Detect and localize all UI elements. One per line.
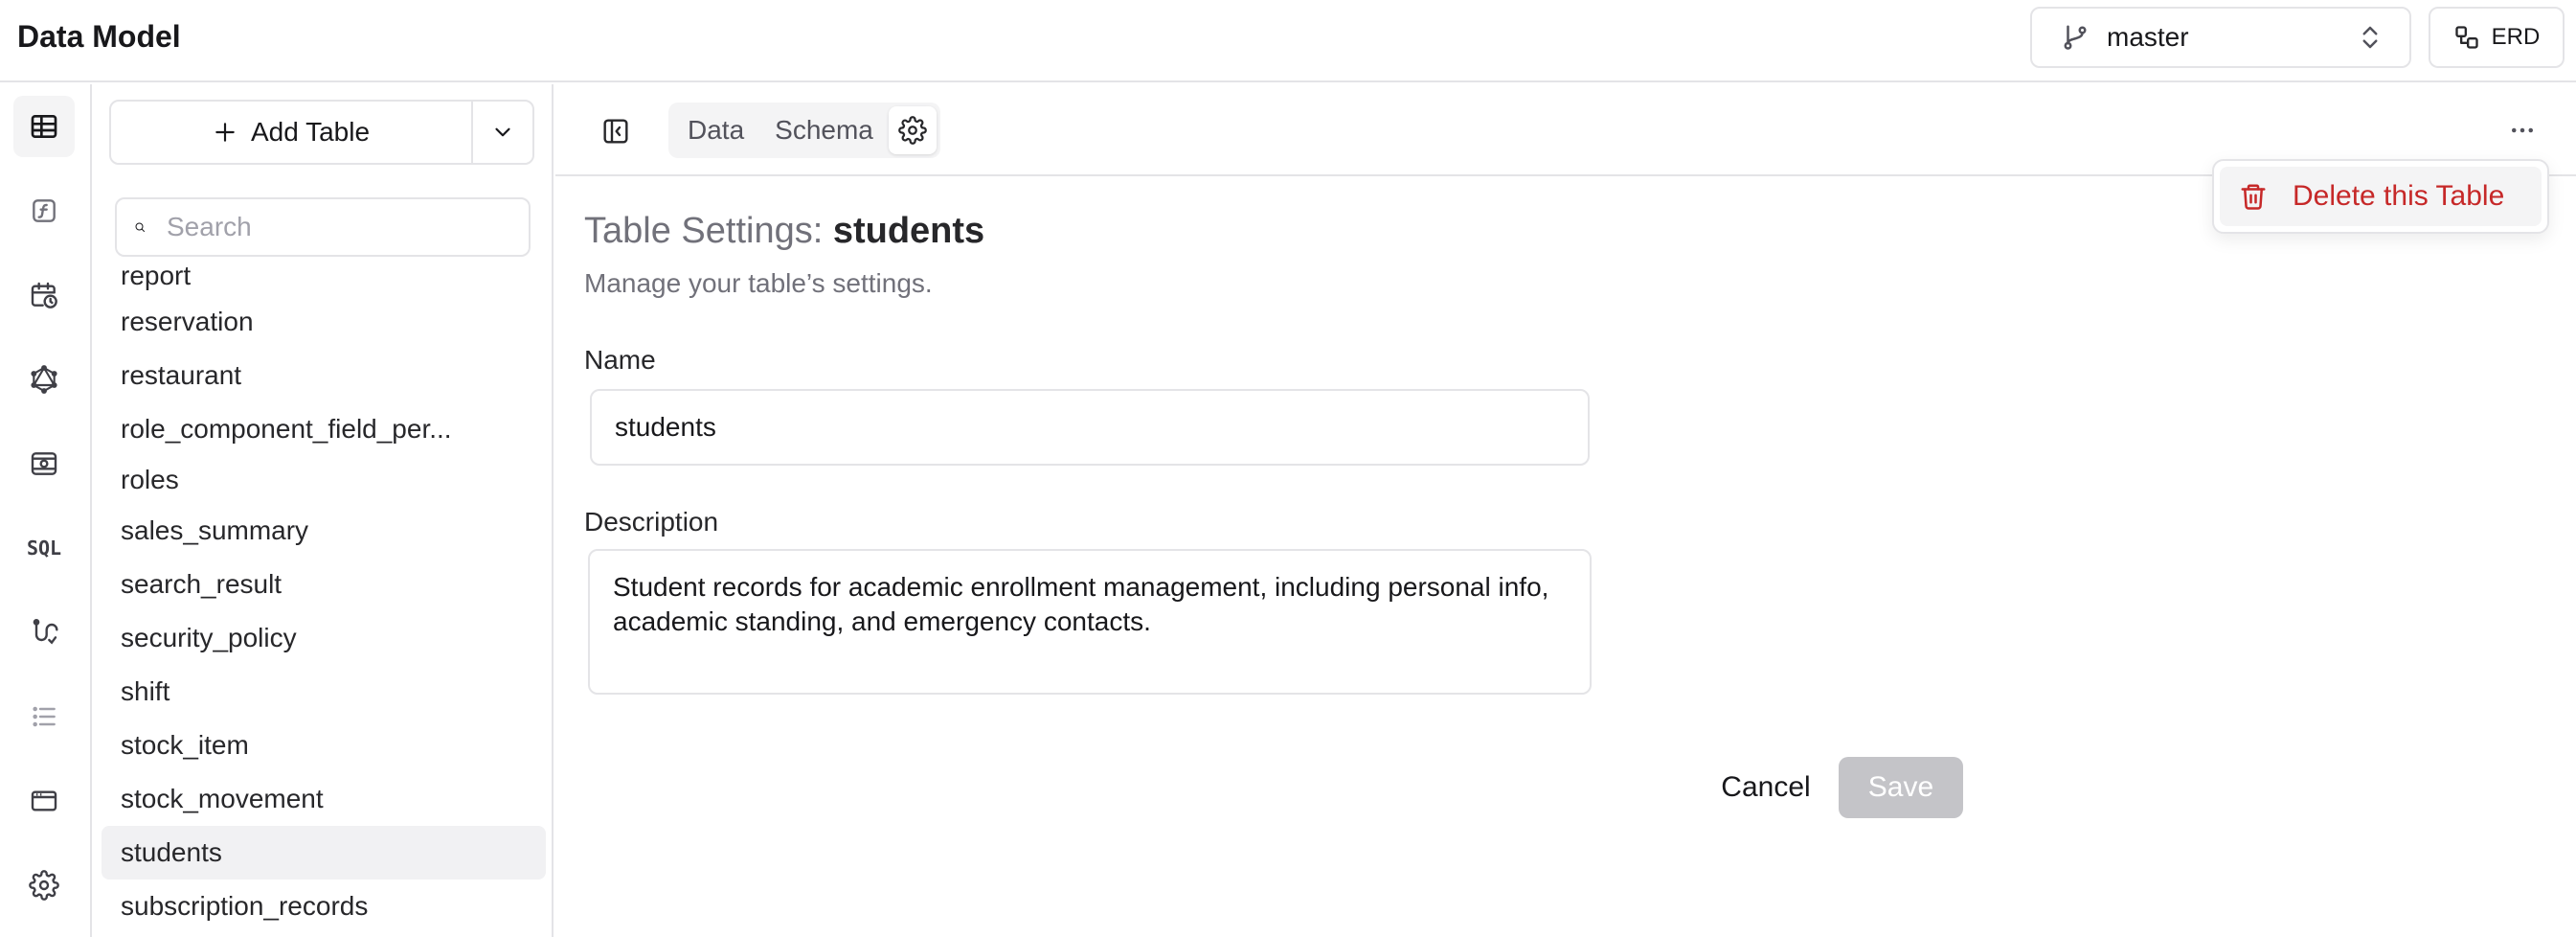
delete-table-menu-item[interactable]: Delete this Table <box>2220 167 2542 226</box>
sidebar-collapse-icon <box>603 119 628 144</box>
table-list-panel: Add Table report reservation restaurant … <box>94 84 554 937</box>
graphql-icon <box>31 365 57 394</box>
search-icon <box>135 222 145 232</box>
view-tabs: Data Schema <box>668 103 940 158</box>
tab-settings[interactable] <box>888 106 937 154</box>
description-field[interactable]: Student records for academic enrollment … <box>588 549 1592 695</box>
settings-title-prefix: Table Settings: <box>584 211 824 251</box>
nav-schedules[interactable] <box>13 264 75 326</box>
function-icon <box>33 199 56 222</box>
git-branch-icon <box>2064 25 2087 50</box>
search-input[interactable] <box>167 212 511 242</box>
list-icon <box>33 706 56 727</box>
table-item[interactable]: roles <box>102 453 546 507</box>
add-table-options-button[interactable] <box>473 102 532 163</box>
table-item[interactable]: shift <box>102 665 546 719</box>
branch-select[interactable]: master <box>2030 7 2411 68</box>
table-item[interactable]: security_policy <box>102 611 546 665</box>
settings-table-name: students <box>832 211 985 251</box>
nav-sql[interactable]: SQL <box>13 517 75 579</box>
nav-window[interactable] <box>13 770 75 832</box>
erd-diagram-icon <box>2454 26 2478 49</box>
erd-button[interactable]: ERD <box>2429 7 2565 68</box>
settings-subtitle: Manage your table’s settings. <box>584 268 933 298</box>
table-item[interactable]: restaurant <box>102 349 546 402</box>
save-button[interactable]: Save <box>1839 757 1963 818</box>
nav-graphql[interactable] <box>13 349 75 410</box>
settings-title: Table Settings: students <box>584 211 984 252</box>
window-icon <box>31 790 57 811</box>
table-item-selected[interactable]: students <box>102 826 546 880</box>
table-item[interactable]: reservation <box>102 295 546 349</box>
table-item[interactable]: subscription_records <box>102 880 546 933</box>
add-table-split-button: Add Table <box>109 100 534 165</box>
more-horizontal-icon <box>2512 127 2533 133</box>
nav-functions[interactable] <box>13 180 75 241</box>
app-title: Data Model <box>17 19 181 54</box>
chevron-down-icon <box>495 127 510 137</box>
nav-routes[interactable] <box>13 602 75 663</box>
tab-data[interactable]: Data <box>672 106 759 154</box>
table-list: report reservation restaurant role_compo… <box>102 264 546 937</box>
chevron-up-down-icon <box>2362 26 2378 49</box>
gear-icon <box>898 116 927 145</box>
table-icon <box>31 115 57 138</box>
table-item[interactable]: sales_summary <box>102 504 546 558</box>
storage-icon <box>31 452 57 475</box>
gear-icon <box>29 870 59 901</box>
collapse-sidebar-button[interactable] <box>596 111 636 151</box>
more-options-button[interactable] <box>2503 111 2542 149</box>
nav-storage[interactable] <box>13 433 75 494</box>
tab-schema[interactable]: Schema <box>759 106 889 154</box>
description-label: Description <box>584 507 719 537</box>
add-table-label: Add Table <box>250 117 371 147</box>
name-label: Name <box>584 345 656 375</box>
cancel-button[interactable]: Cancel <box>1689 757 1842 818</box>
table-item[interactable]: stock_movement <box>102 772 546 826</box>
table-options-menu: Delete this Table <box>2212 159 2549 234</box>
table-search <box>115 197 531 257</box>
table-item[interactable]: role_component_field_per... <box>102 402 546 456</box>
nav-settings[interactable] <box>13 855 75 916</box>
nav-list[interactable] <box>13 686 75 747</box>
plus-icon <box>215 123 235 142</box>
table-item[interactable]: stock_item <box>102 719 546 772</box>
trash-icon <box>2241 184 2266 210</box>
top-header: Data Model master ERD <box>0 0 2576 82</box>
name-field[interactable] <box>590 389 1590 466</box>
delete-table-label: Delete this Table <box>2293 180 2505 212</box>
schedule-icon <box>31 282 57 309</box>
add-table-button[interactable]: Add Table <box>111 102 473 163</box>
route-icon <box>33 619 58 645</box>
branch-name: master <box>2107 22 2189 52</box>
table-item[interactable]: search_result <box>102 558 546 611</box>
nav-tables[interactable] <box>13 96 75 157</box>
sql-icon: SQL <box>26 537 62 560</box>
nav-rail: SQL <box>0 84 92 937</box>
erd-label: ERD <box>2491 24 2541 50</box>
